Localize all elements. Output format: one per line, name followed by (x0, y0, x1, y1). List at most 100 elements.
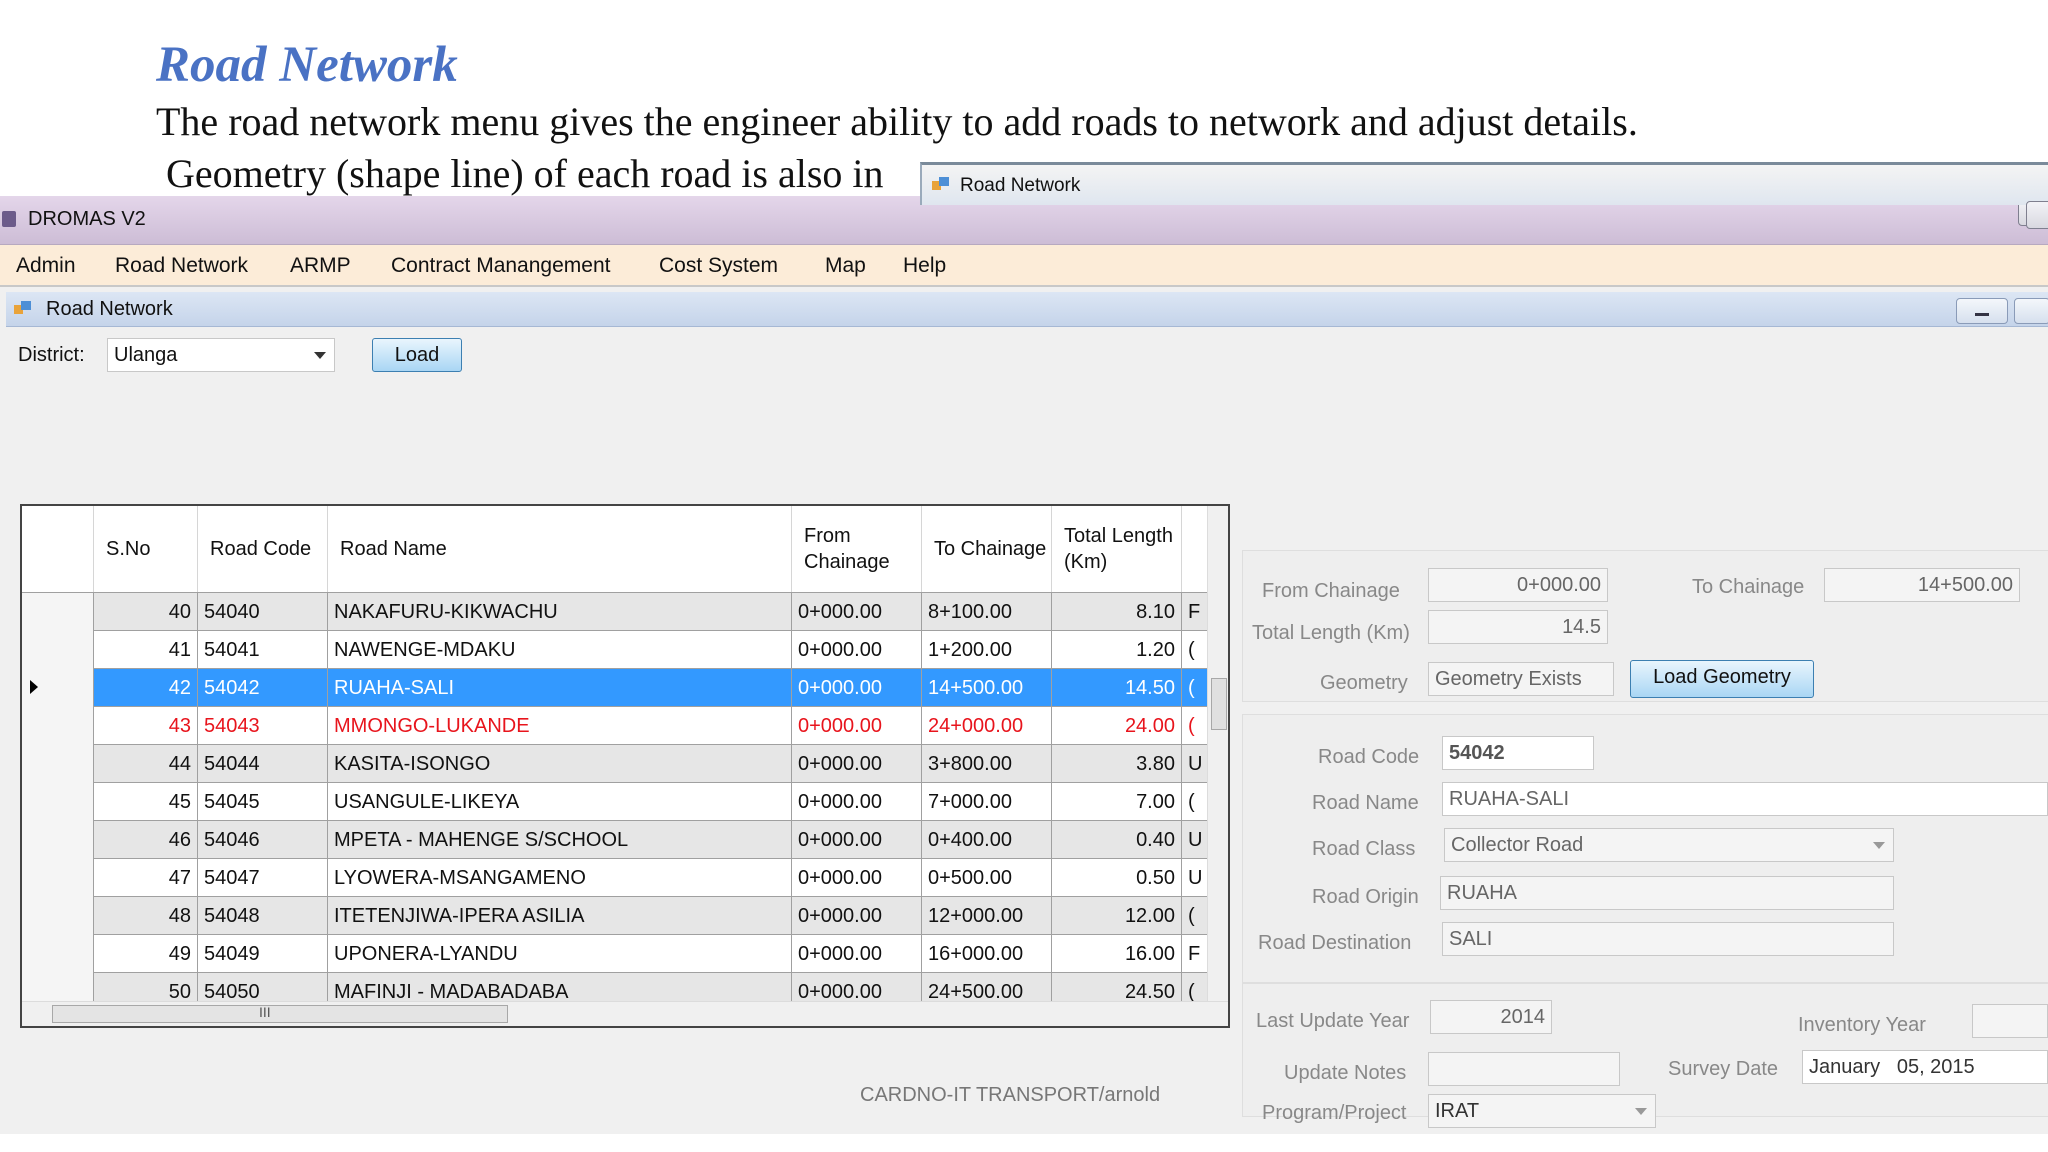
update-notes-field[interactable] (1428, 1052, 1620, 1086)
cell-code[interactable]: 54040 (198, 593, 328, 631)
cell-len[interactable]: 3.80 (1052, 745, 1182, 783)
cell-to[interactable]: 16+000.00 (922, 935, 1052, 973)
cell-to[interactable]: 1+200.00 (922, 631, 1052, 669)
horizontal-scroll-thumb[interactable]: III (52, 1004, 508, 1023)
cell-len[interactable]: 7.00 (1052, 783, 1182, 821)
col-road-name[interactable]: Road Name (328, 506, 792, 592)
restore-button[interactable] (2014, 298, 2048, 324)
cell-name[interactable]: NAWENGE-MDAKU (328, 631, 792, 669)
cell-extra[interactable]: ( (1182, 669, 1208, 707)
road-name-field[interactable]: RUAHA-SALI (1442, 782, 2048, 816)
cell-name[interactable]: MPETA - MAHENGE S/SCHOOL (328, 821, 792, 859)
vertical-scroll-thumb[interactable] (1211, 678, 1227, 730)
menu-contract-management[interactable]: Contract Manangement (391, 254, 610, 278)
cell-name[interactable]: MMONGO-LUKANDE (328, 707, 792, 745)
cell-sno[interactable]: 47 (94, 859, 198, 897)
cell-to[interactable]: 7+000.00 (922, 783, 1052, 821)
table-row[interactable]: 46 54046 MPETA - MAHENGE S/SCHOOL 0+000.00 0… (22, 821, 1208, 859)
cell-to[interactable]: 12+000.00 (922, 897, 1052, 935)
cell-code[interactable]: 54046 (198, 821, 328, 859)
cell-extra[interactable]: ( (1182, 631, 1208, 669)
last-update-year-field[interactable]: 2014 (1430, 1000, 1552, 1034)
cell-extra[interactable]: ( (1182, 897, 1208, 935)
cell-extra[interactable]: U (1182, 745, 1208, 783)
cell-to[interactable]: 0+400.00 (922, 821, 1052, 859)
cell-len[interactable]: 0.50 (1052, 859, 1182, 897)
cell-name[interactable]: USANGULE-LIKEYA (328, 783, 792, 821)
table-row[interactable]: 41 54041 NAWENGE-MDAKU 0+000.00 1+200.00 1.20… (22, 631, 1208, 669)
cell-len[interactable]: 24.00 (1052, 707, 1182, 745)
cell-len[interactable]: 12.00 (1052, 897, 1182, 935)
menu-admin[interactable]: Admin (16, 254, 76, 278)
table-row[interactable]: 40 54040 NAKAFURU-KIKWACHU 0+000.00 8+100.00… (22, 593, 1208, 631)
cell-sno[interactable]: 44 (94, 745, 198, 783)
load-button[interactable]: Load (372, 338, 462, 372)
district-select[interactable]: Ulanga (107, 338, 335, 372)
col-road-code[interactable]: Road Code (198, 506, 328, 592)
cell-from[interactable]: 0+000.00 (792, 707, 922, 745)
from-chainage-field[interactable]: 0+000.00 (1428, 568, 1608, 602)
cell-len[interactable]: 0.40 (1052, 821, 1182, 859)
cell-from[interactable]: 0+000.00 (792, 821, 922, 859)
cell-name[interactable]: KASITA-ISONGO (328, 745, 792, 783)
load-geometry-button[interactable]: Load Geometry (1630, 660, 1814, 698)
cell-extra[interactable]: F (1182, 593, 1208, 631)
cell-code[interactable]: 54043 (198, 707, 328, 745)
row-header[interactable] (22, 745, 94, 783)
road-origin-field[interactable]: RUAHA (1440, 876, 1894, 910)
menu-help[interactable]: Help (903, 254, 946, 278)
cell-from[interactable]: 0+000.00 (792, 783, 922, 821)
cell-extra[interactable]: ( (1182, 707, 1208, 745)
cell-code[interactable]: 54047 (198, 859, 328, 897)
vertical-scrollbar[interactable] (1207, 506, 1228, 1002)
cell-from[interactable]: 0+000.00 (792, 631, 922, 669)
row-header[interactable] (22, 859, 94, 897)
cell-to[interactable]: 3+800.00 (922, 745, 1052, 783)
cell-extra[interactable]: U (1182, 821, 1208, 859)
cell-from[interactable]: 0+000.00 (792, 859, 922, 897)
cell-from[interactable]: 0+000.00 (792, 897, 922, 935)
table-row[interactable]: 49 54049 UPONERA-LYANDU 0+000.00 16+000.00 16… (22, 935, 1208, 973)
inventory-year-field[interactable] (1972, 1004, 2048, 1038)
cell-name[interactable]: UPONERA-LYANDU (328, 935, 792, 973)
cell-code[interactable]: 54041 (198, 631, 328, 669)
to-chainage-field[interactable]: 14+500.00 (1824, 568, 2020, 602)
menu-road-network[interactable]: Road Network (115, 254, 248, 278)
table-row[interactable]: 44 54044 KASITA-ISONGO 0+000.00 3+800.00 3.80… (22, 745, 1208, 783)
total-length-field[interactable]: 14.5 (1428, 610, 1608, 644)
row-header[interactable] (22, 593, 94, 631)
cell-from[interactable]: 0+000.00 (792, 935, 922, 973)
minimize-button[interactable] (1956, 298, 2008, 324)
cell-extra[interactable]: F (1182, 935, 1208, 973)
cell-sno[interactable]: 45 (94, 783, 198, 821)
row-header[interactable] (22, 707, 94, 745)
cell-to[interactable]: 0+500.00 (922, 859, 1052, 897)
cell-code[interactable]: 54044 (198, 745, 328, 783)
col-from-chainage[interactable]: From Chainage (792, 506, 922, 592)
row-header[interactable] (22, 821, 94, 859)
cell-to[interactable]: 24+000.00 (922, 707, 1052, 745)
cell-from[interactable]: 0+000.00 (792, 745, 922, 783)
cell-len[interactable]: 16.00 (1052, 935, 1182, 973)
cell-name[interactable]: NAKAFURU-KIKWACHU (328, 593, 792, 631)
cell-len[interactable]: 1.20 (1052, 631, 1182, 669)
menu-armp[interactable]: ARMP (290, 254, 351, 278)
cell-sno[interactable]: 40 (94, 593, 198, 631)
cell-extra[interactable]: ( (1182, 783, 1208, 821)
road-class-select[interactable]: Collector Road (1444, 828, 1894, 862)
cell-sno[interactable]: 48 (94, 897, 198, 935)
cell-to[interactable]: 8+100.00 (922, 593, 1052, 631)
table-row[interactable]: 43 54043 MMONGO-LUKANDE 0+000.00 24+000.00 24… (22, 707, 1208, 745)
cell-sno[interactable]: 43 (94, 707, 198, 745)
row-header[interactable] (22, 935, 94, 973)
col-sno[interactable]: S.No (94, 506, 198, 592)
menu-cost-system[interactable]: Cost System (659, 254, 778, 278)
cell-name[interactable]: RUAHA-SALI (328, 669, 792, 707)
cell-name[interactable]: ITETENJIWA-IPERA ASILIA (328, 897, 792, 935)
road-code-field[interactable]: 54042 (1442, 736, 1594, 770)
cell-extra[interactable]: U (1182, 859, 1208, 897)
col-to-chainage[interactable]: To Chainage (922, 506, 1052, 592)
cell-len[interactable]: 14.50 (1052, 669, 1182, 707)
col-total-length[interactable]: Total Length (Km) (1052, 506, 1182, 592)
cell-sno[interactable]: 46 (94, 821, 198, 859)
